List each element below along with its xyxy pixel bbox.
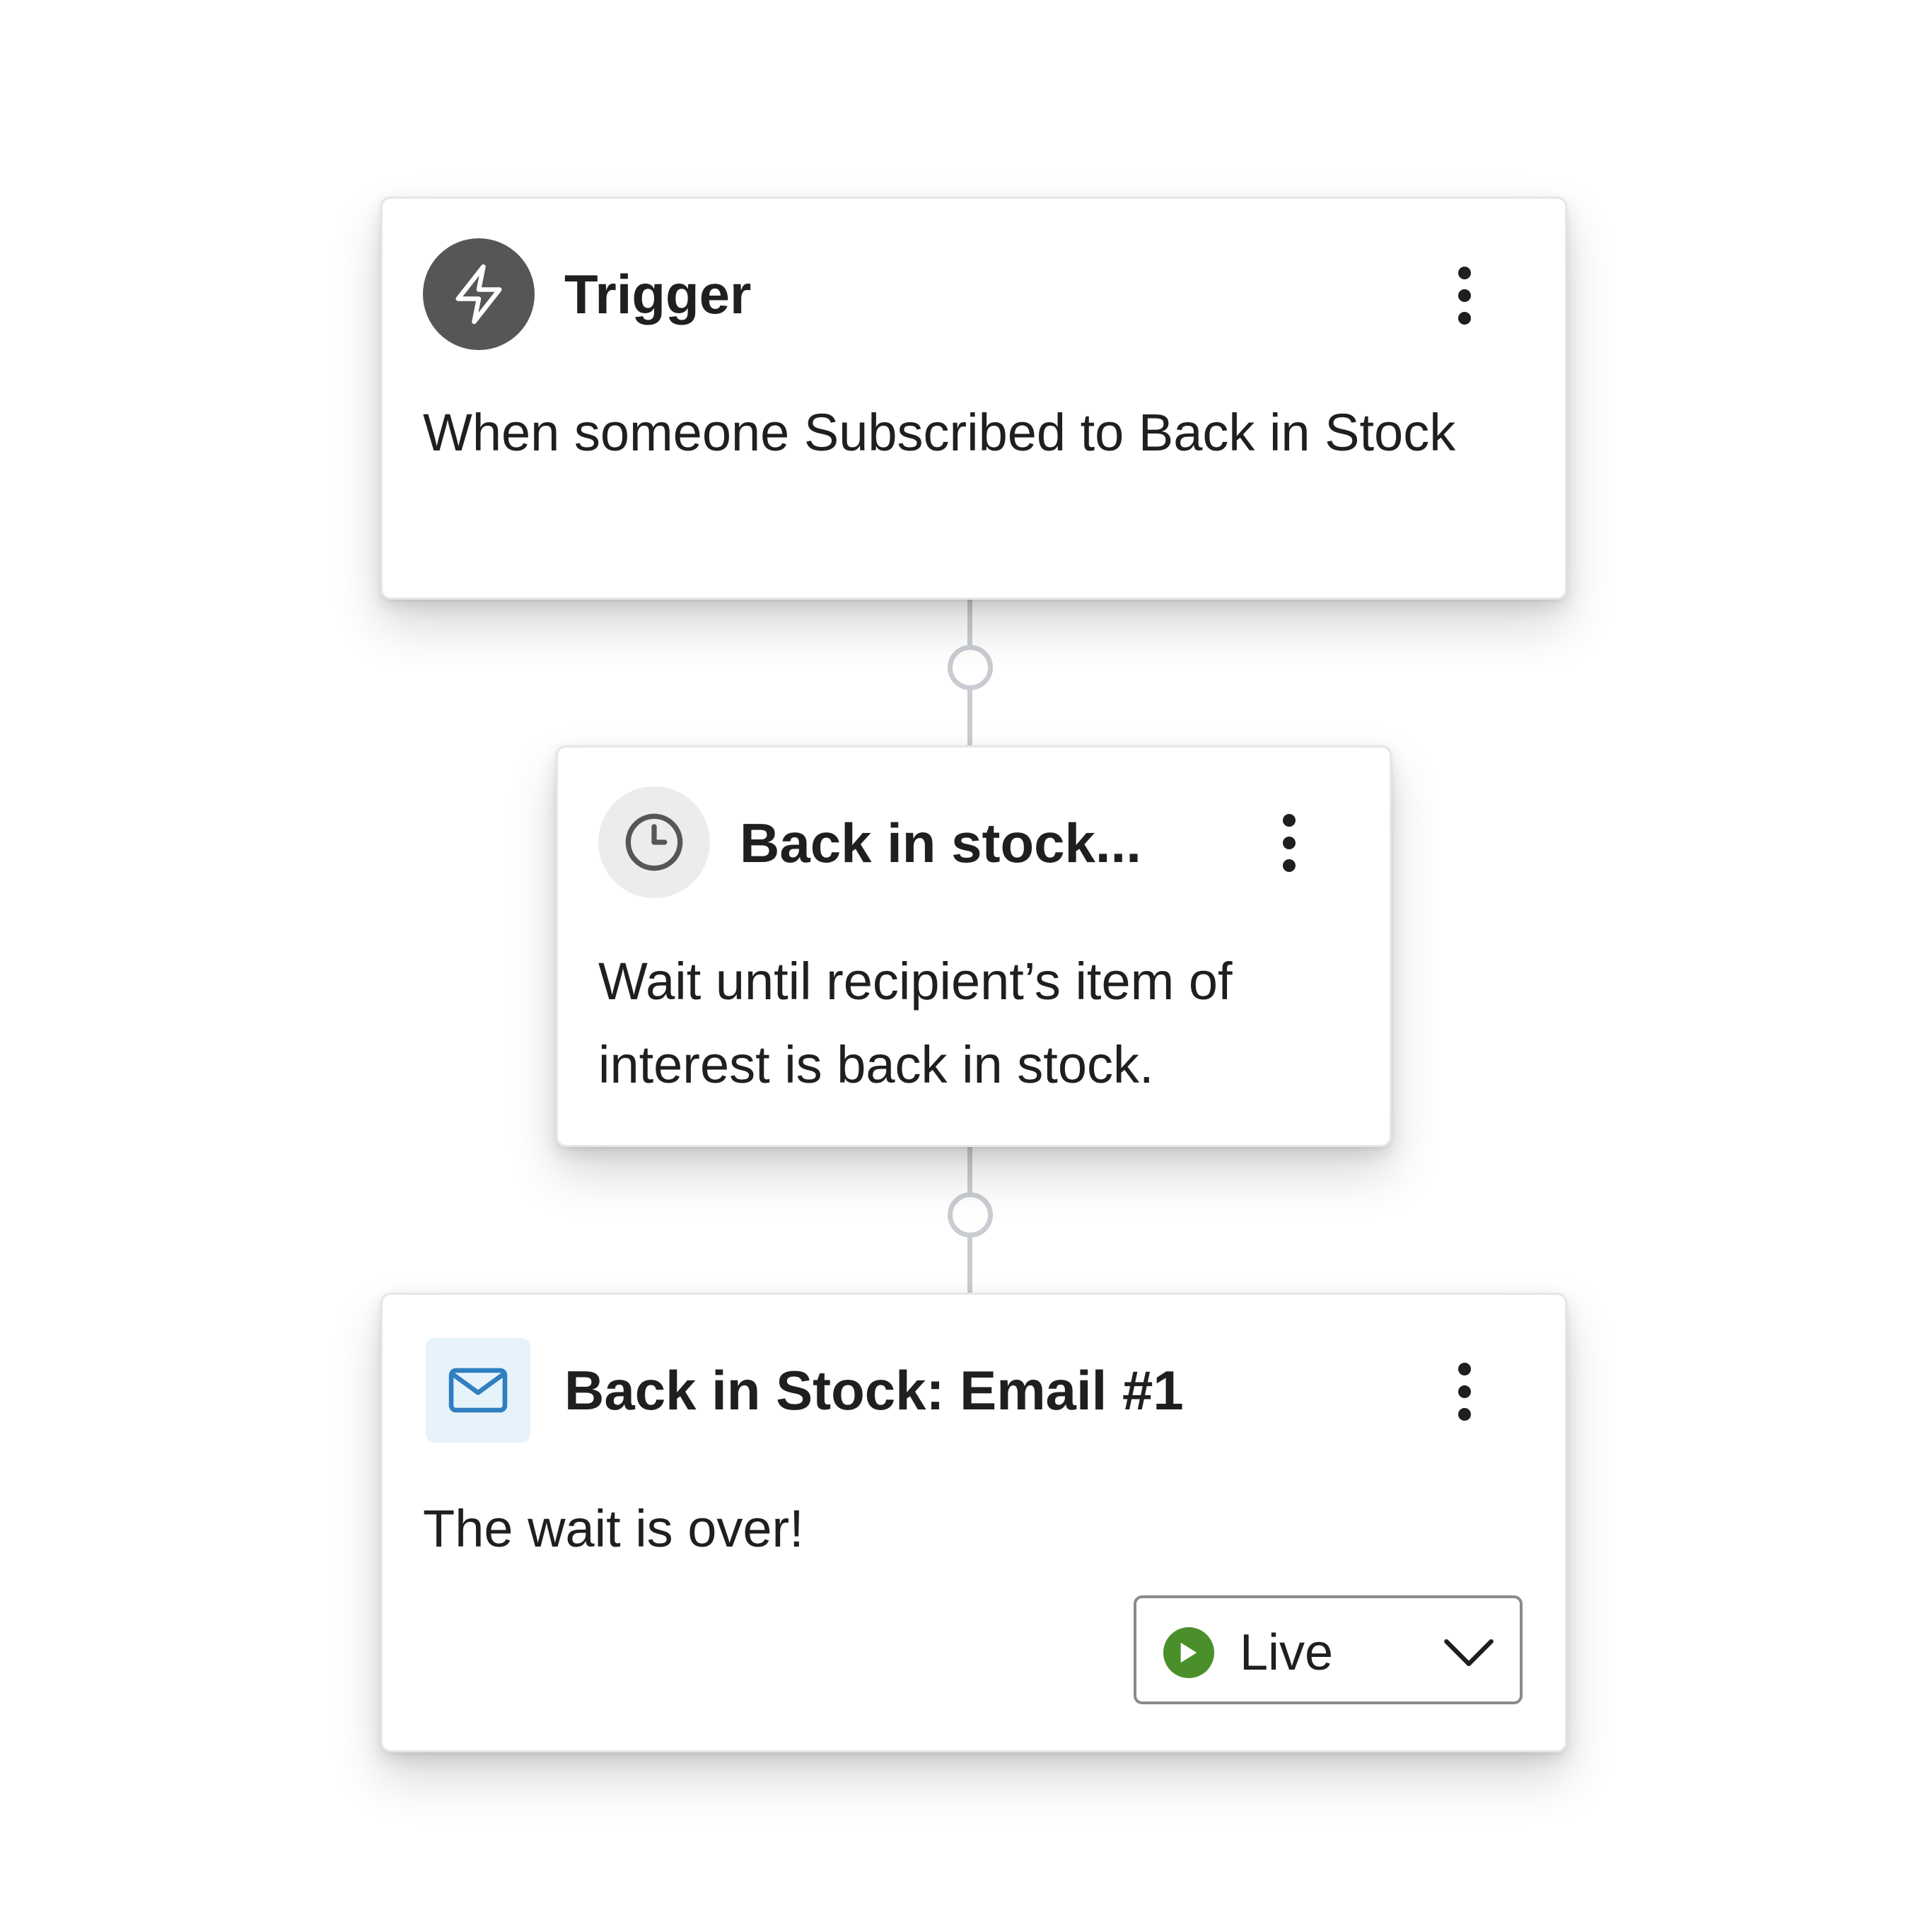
email-description: The wait is over!: [423, 1499, 804, 1558]
trigger-title: Trigger: [564, 263, 752, 325]
wait-card[interactable]: Back in stock... Wait until recipient’s …: [556, 745, 1392, 1147]
connector-line-bottom-2: [967, 1236, 972, 1294]
more-vertical-icon[interactable]: [1443, 1353, 1486, 1431]
wait-title: Back in stock...: [740, 812, 1141, 874]
mail-icon: [426, 1338, 530, 1443]
add-step-node-2[interactable]: [948, 1192, 993, 1238]
trigger-description: When someone Subscribed to Back in Stock: [423, 403, 1456, 462]
email-card[interactable]: Back in Stock: Email #1 The wait is over…: [380, 1293, 1567, 1752]
chevron-down-icon: [1442, 1628, 1496, 1677]
email-title: Back in Stock: Email #1: [564, 1359, 1184, 1421]
more-vertical-icon[interactable]: [1268, 804, 1310, 882]
wait-description: Wait until recipient’s item of interest …: [598, 952, 1233, 1094]
trigger-card[interactable]: Trigger When someone Subscribed to Back …: [380, 197, 1567, 600]
status-label: Live: [1240, 1624, 1334, 1681]
play-circle-icon: [1163, 1627, 1214, 1678]
lightning-bolt-icon: [423, 238, 535, 350]
clock-icon: [598, 786, 710, 898]
connector-line-bottom-1: [967, 689, 972, 747]
status-dropdown[interactable]: Live: [1134, 1595, 1523, 1704]
add-step-node-1[interactable]: [948, 645, 993, 690]
more-vertical-icon[interactable]: [1443, 257, 1486, 334]
